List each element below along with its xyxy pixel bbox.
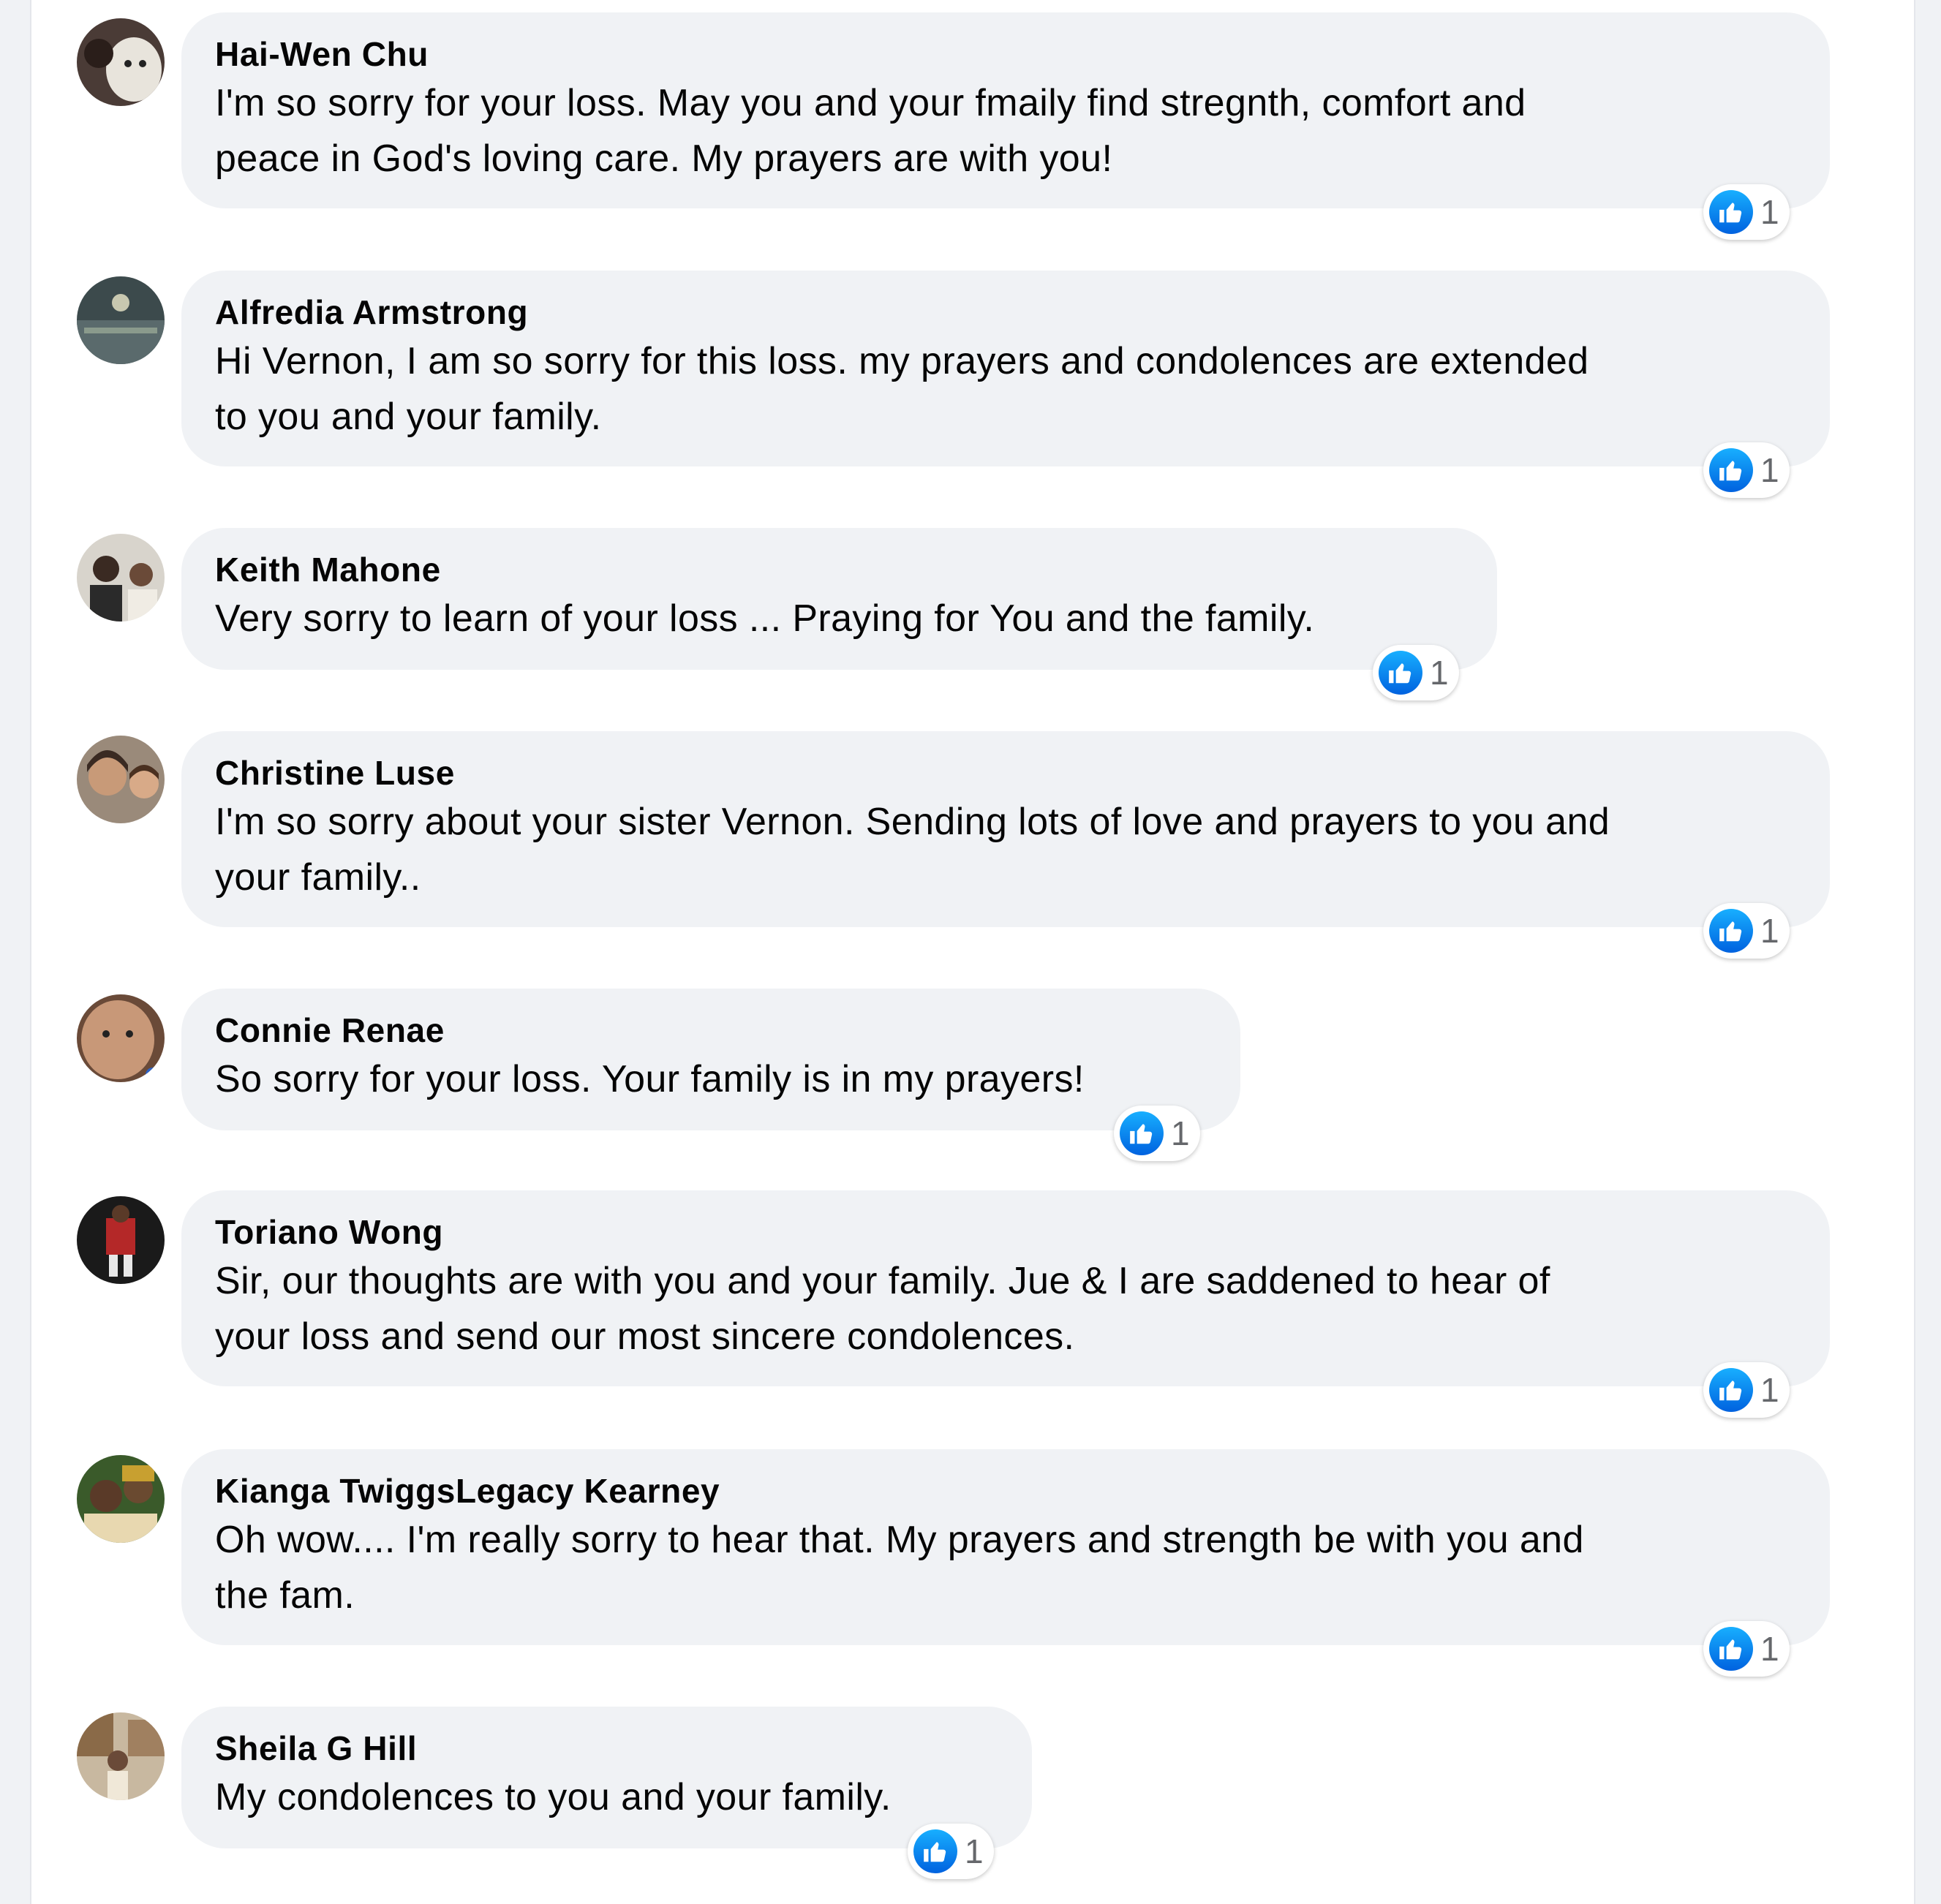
comment-author[interactable]: Alfredia Armstrong — [215, 291, 1796, 333]
reaction-count: 1 — [1430, 654, 1449, 692]
comment-bubble: Hai-Wen Chu I'm so sorry for your loss. … — [181, 12, 1830, 208]
like-thumbs-up-icon — [1709, 909, 1753, 953]
comment-text-line: Oh wow.... I'm really sorry to hear that… — [215, 1519, 1584, 1561]
comment-bubble: Christine Luse I'm so sorry about your s… — [181, 731, 1830, 927]
reaction-summary[interactable]: 1 — [1703, 1621, 1790, 1677]
like-thumbs-up-icon — [1120, 1111, 1164, 1155]
comments-feed: Hai-Wen Chu I'm so sorry for your loss. … — [30, 0, 1915, 1904]
avatar-image — [77, 1196, 165, 1284]
comment-text-line: to you and your family. — [215, 396, 602, 438]
avatar-image — [77, 534, 165, 622]
reaction-count: 1 — [1760, 1630, 1779, 1668]
comment-bubble: Kianga TwiggsLegacy Kearney Oh wow.... I… — [181, 1449, 1830, 1645]
avatar-image — [77, 994, 165, 1082]
comment-bubble: Alfredia Armstrong Hi Vernon, I am so so… — [181, 271, 1830, 466]
comment-text-line: My condolences to you and your family. — [215, 1776, 892, 1818]
comment-text-line: your family.. — [215, 856, 421, 899]
comment-bubble: Keith Mahone Very sorry to learn of your… — [181, 528, 1497, 670]
reaction-count: 1 — [1171, 1114, 1190, 1152]
reaction-count: 1 — [1760, 193, 1779, 231]
reaction-summary[interactable]: 1 — [1373, 645, 1459, 700]
reaction-summary[interactable]: 1 — [908, 1824, 994, 1879]
comment-text-line: Very sorry to learn of your loss ... Pra… — [215, 597, 1315, 640]
comment-author[interactable]: Sheila G Hill — [215, 1727, 998, 1769]
avatar-image — [77, 18, 165, 106]
like-thumbs-up-icon — [1709, 190, 1753, 234]
reaction-summary[interactable]: 1 — [1703, 442, 1790, 498]
avatar[interactable] — [77, 1712, 165, 1800]
reaction-count: 1 — [1760, 912, 1779, 950]
comment-author[interactable]: Toriano Wong — [215, 1211, 1796, 1253]
reaction-summary[interactable]: 1 — [1703, 1362, 1790, 1418]
comment-bubble: Sheila G Hill My condolences to you and … — [181, 1707, 1032, 1848]
comment-text-line: Sir, our thoughts are with you and your … — [215, 1260, 1550, 1302]
avatar-image — [77, 1455, 165, 1543]
avatar-image — [77, 1712, 165, 1800]
like-thumbs-up-icon — [1709, 448, 1753, 492]
comment-text-line: peace in God's loving care. My prayers a… — [215, 137, 1113, 180]
avatar[interactable] — [77, 276, 165, 364]
avatar[interactable] — [77, 1455, 165, 1543]
avatar-image — [77, 736, 165, 823]
avatar[interactable] — [77, 1196, 165, 1284]
comment-text-line: So sorry for your loss. Your family is i… — [215, 1058, 1085, 1100]
like-thumbs-up-icon — [1379, 651, 1422, 695]
avatar[interactable] — [77, 18, 165, 106]
comment-bubble: Toriano Wong Sir, our thoughts are with … — [181, 1190, 1830, 1386]
avatar[interactable] — [77, 736, 165, 823]
reaction-summary[interactable]: 1 — [1703, 184, 1790, 240]
reaction-count: 1 — [965, 1832, 984, 1870]
comment-text-line: I'm so sorry for your loss. May you and … — [215, 82, 1526, 124]
reaction-summary[interactable]: 1 — [1114, 1106, 1200, 1161]
like-thumbs-up-icon — [1709, 1368, 1753, 1412]
comment-text-line: I'm so sorry about your sister Vernon. S… — [215, 801, 1610, 843]
avatar-image — [77, 276, 165, 364]
comment-author[interactable]: Keith Mahone — [215, 548, 1463, 591]
comment-text-line: the fam. — [215, 1574, 355, 1617]
avatar[interactable] — [77, 994, 165, 1082]
comment-author[interactable]: Hai-Wen Chu — [215, 33, 1796, 75]
comment-text-line: Hi Vernon, I am so sorry for this loss. … — [215, 340, 1589, 382]
like-thumbs-up-icon — [1709, 1627, 1753, 1671]
like-thumbs-up-icon — [913, 1829, 957, 1873]
comment-author[interactable]: Connie Renae — [215, 1009, 1207, 1051]
comment-bubble: Connie Renae So sorry for your loss. You… — [181, 989, 1240, 1130]
reaction-count: 1 — [1760, 451, 1779, 489]
reaction-summary[interactable]: 1 — [1703, 903, 1790, 959]
comment-author[interactable]: Christine Luse — [215, 752, 1796, 794]
comment-text-line: your loss and send our most sincere cond… — [215, 1315, 1075, 1358]
reaction-count: 1 — [1760, 1371, 1779, 1409]
comment-author[interactable]: Kianga TwiggsLegacy Kearney — [215, 1470, 1796, 1512]
avatar[interactable] — [77, 534, 165, 622]
